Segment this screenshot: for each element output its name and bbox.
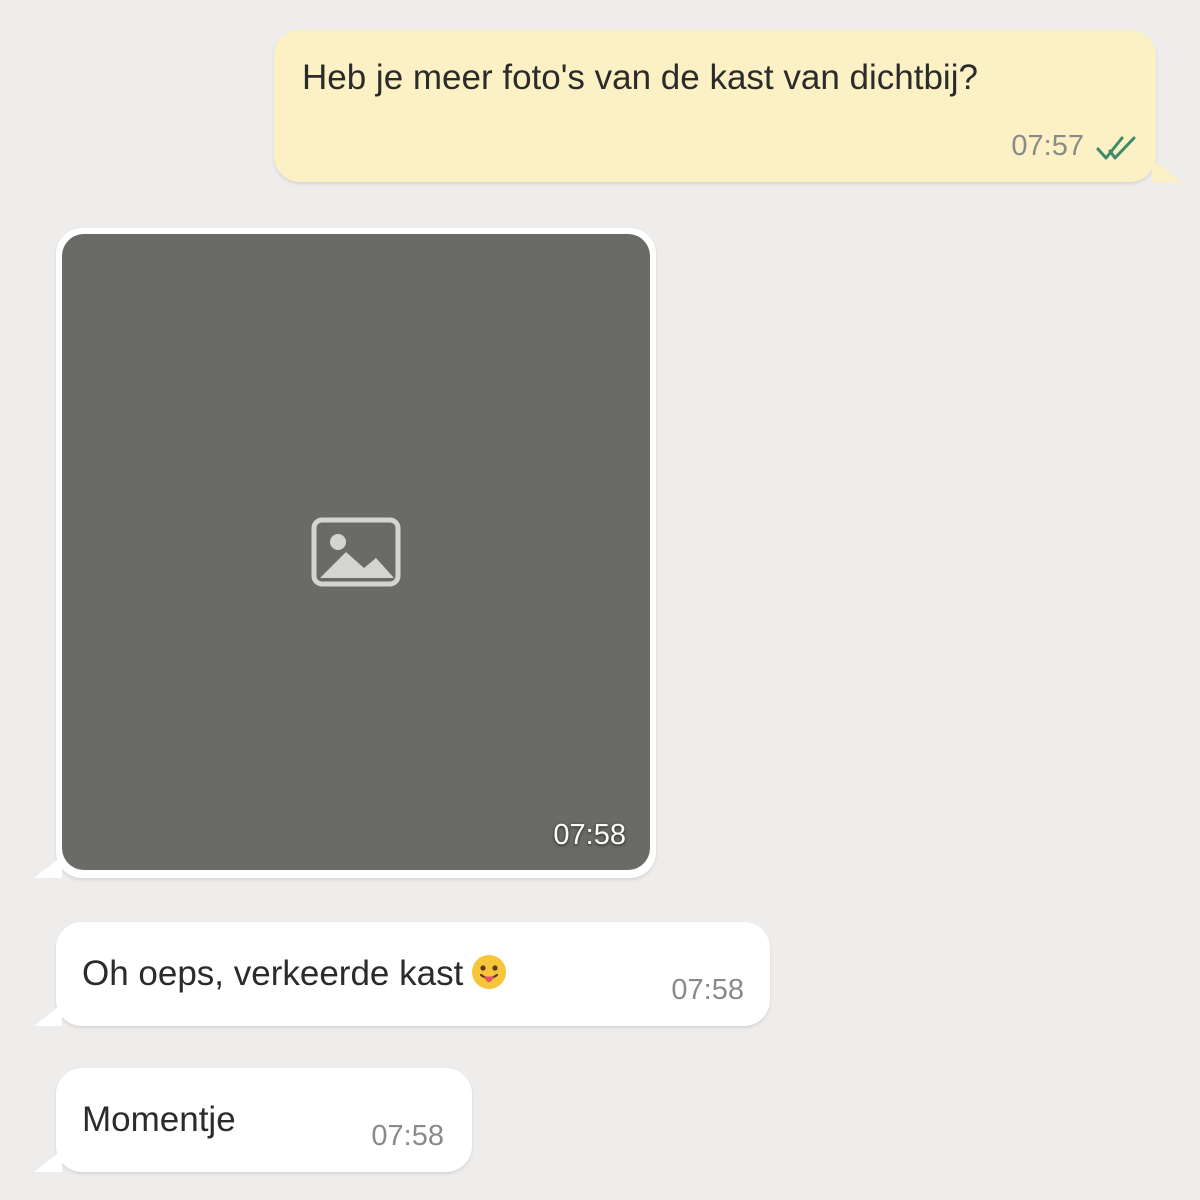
bubble-tail [34,1150,62,1172]
message-timestamp: 07:58 [671,974,744,1006]
bubble-tail [34,856,62,878]
image-placeholder-icon [311,517,401,587]
message-text: Oh oeps, verkeerde kast [82,954,507,994]
bubble-tail [1152,160,1182,182]
tongue-out-emoji-icon [472,955,507,989]
message-text-content: Oh oeps, verkeerde kast [82,954,464,993]
incoming-message-bubble[interactable]: Oh oeps, verkeerde kast 07:58 [34,922,770,1026]
incoming-image-message[interactable]: 07:58 [34,228,656,878]
outgoing-message-bubble[interactable]: Heb je meer foto's van de kast van dicht… [274,30,1182,182]
double-check-read-icon [1096,136,1136,160]
message-timestamp: 07:57 [1011,130,1084,162]
photo-attachment[interactable]: 07:58 [62,234,650,870]
bubble-tail [34,1004,62,1026]
incoming-message-bubble[interactable]: Momentje 07:58 [34,1068,472,1172]
message-text: Heb je meer foto's van de kast van dicht… [302,58,978,97]
image-timestamp: 07:58 [553,819,626,851]
message-timestamp: 07:58 [371,1120,444,1152]
chat-thread: Heb je meer foto's van de kast van dicht… [0,0,1200,1200]
message-text: Momentje [82,1100,236,1139]
